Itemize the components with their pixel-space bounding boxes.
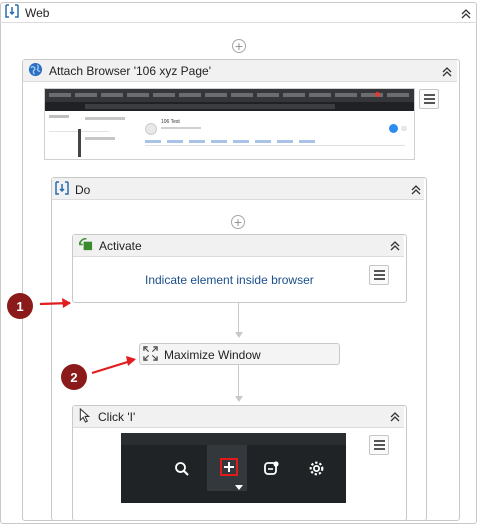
annotation-arrows bbox=[39, 298, 136, 375]
callout-badge: 2 bbox=[61, 364, 87, 390]
callout-badge: 1 bbox=[7, 293, 33, 319]
